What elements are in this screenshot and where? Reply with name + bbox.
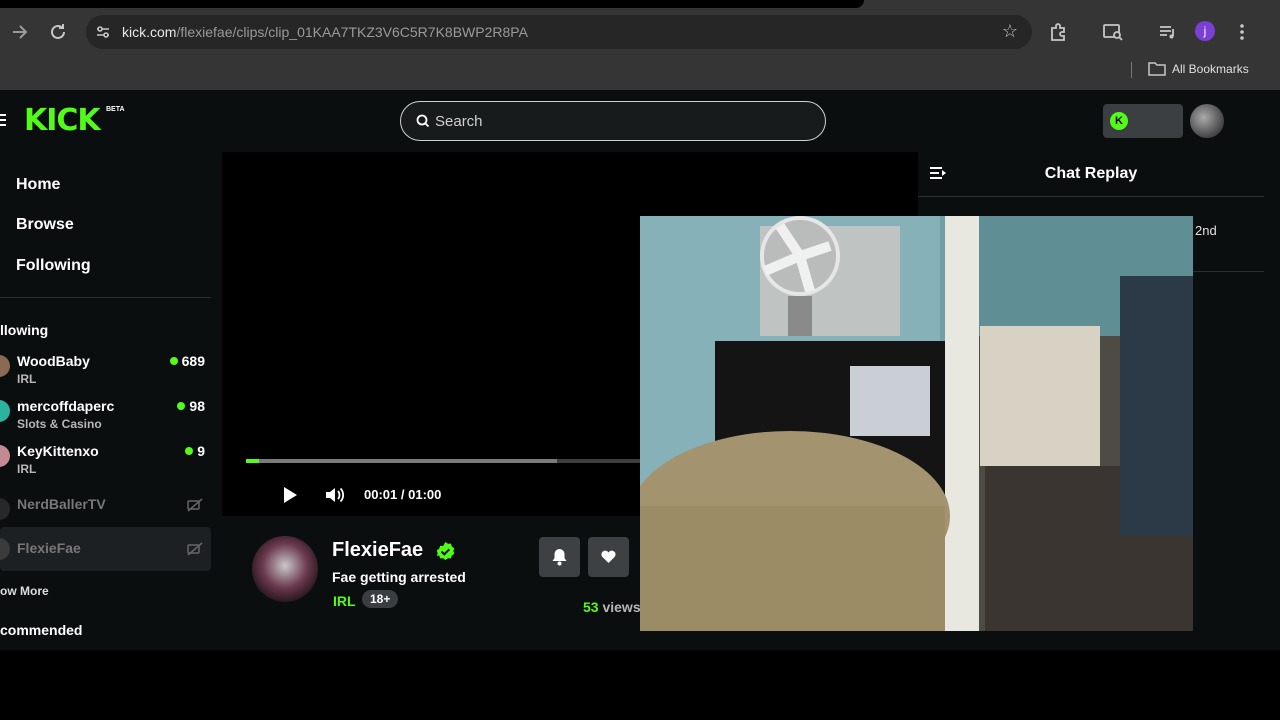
channel-category: Slots & Casino xyxy=(17,417,102,431)
clip-title: Fae getting arrested xyxy=(332,569,466,585)
recommended-heading: commended xyxy=(0,622,83,638)
collapse-chat-icon[interactable] xyxy=(929,165,947,181)
channel-item-keykittenxo[interactable]: KeyKittenxo IRL 9 xyxy=(0,441,211,485)
picture-in-picture-video[interactable] xyxy=(640,216,1193,631)
live-viewers: 9 xyxy=(185,443,205,459)
nav-following[interactable]: Following xyxy=(16,257,91,275)
all-bookmarks-link[interactable]: All Bookmarks xyxy=(1172,62,1249,76)
live-viewers: 689 xyxy=(170,353,205,369)
live-viewers: 98 xyxy=(177,398,205,414)
follow-button[interactable] xyxy=(588,537,629,577)
chat-title: Chat Replay xyxy=(1044,165,1138,182)
view-count: 53 views xyxy=(583,599,641,615)
views-label: views xyxy=(602,599,641,615)
channel-avatar xyxy=(0,445,10,467)
user-avatar[interactable] xyxy=(1190,104,1224,138)
search-icon xyxy=(415,113,431,129)
channel-item-mercoffdaperc[interactable]: mercoffdaperc Slots & Casino 98 xyxy=(0,396,211,440)
search-placeholder: Search xyxy=(435,113,483,130)
show-more-link[interactable]: ow More xyxy=(0,584,49,598)
menu-kebab-icon[interactable] xyxy=(1230,20,1254,44)
offline-icon xyxy=(187,542,203,556)
sidebar-divider xyxy=(0,297,211,298)
kick-points-button[interactable]: K xyxy=(1103,104,1183,138)
screen: kick.com/flexiefae/clips/clip_01KAA7TKZ3… xyxy=(0,0,1280,720)
notify-button[interactable] xyxy=(539,537,580,577)
channel-category: IRL xyxy=(17,372,37,386)
channel-name: WoodBaby xyxy=(17,353,90,369)
time-display: 00:01 / 01:00 xyxy=(364,487,441,502)
age-badge: 18+ xyxy=(362,590,399,608)
chat-message-text: 2nd xyxy=(1195,223,1217,238)
search-input[interactable]: Search xyxy=(400,101,826,141)
cast-search-icon[interactable] xyxy=(1101,20,1125,44)
time-separator: / xyxy=(400,487,405,502)
progress-played xyxy=(246,459,259,463)
extensions-icon[interactable] xyxy=(1047,20,1071,44)
profile-avatar[interactable]: j xyxy=(1195,21,1215,41)
nav-browse[interactable]: Browse xyxy=(16,216,74,234)
play-icon[interactable] xyxy=(282,486,298,504)
chat-header: Chat Replay xyxy=(918,152,1264,197)
channel-name: KeyKittenxo xyxy=(17,443,99,459)
bell-icon xyxy=(552,549,567,566)
category-link[interactable]: IRL xyxy=(333,593,356,609)
time-current: 00:01 xyxy=(364,487,398,502)
channel-name: mercoffdaperc xyxy=(17,398,115,414)
browser-toolbar: kick.com/flexiefae/clips/clip_01KAA7TKZ3… xyxy=(0,8,1280,56)
tab-strip xyxy=(0,0,1280,8)
time-total: 01:00 xyxy=(408,487,442,502)
beta-label: BETA xyxy=(106,106,125,113)
reload-icon[interactable] xyxy=(46,20,70,44)
following-heading: llowing xyxy=(0,322,49,338)
heart-icon xyxy=(601,550,616,563)
channel-avatar xyxy=(0,538,10,560)
url-text[interactable]: kick.com/flexiefae/clips/clip_01KAA7TKZ3… xyxy=(122,24,528,40)
folder-icon[interactable] xyxy=(1148,61,1166,77)
hamburger-icon[interactable] xyxy=(0,114,6,126)
channel-avatar-large[interactable] xyxy=(252,536,318,602)
bookmarks-bar xyxy=(0,56,1280,90)
url-path: /flexiefae/clips/clip_01KAA7TKZ3V6C5R7K8… xyxy=(176,24,528,40)
channel-item-flexiefae[interactable]: FlexieFae xyxy=(0,527,211,571)
channel-name: NerdBallerTV xyxy=(17,496,106,512)
kick-coin-icon: K xyxy=(1110,112,1128,130)
views-number: 53 xyxy=(583,599,599,615)
site-settings-icon[interactable] xyxy=(94,23,112,41)
kick-logo[interactable]: KICK xyxy=(24,106,101,136)
offline-icon xyxy=(187,498,203,512)
nav-home[interactable]: Home xyxy=(16,176,60,194)
volume-icon[interactable] xyxy=(324,485,346,505)
channel-title[interactable]: FlexieFae xyxy=(332,539,423,562)
address-bar[interactable]: kick.com/flexiefae/clips/clip_01KAA7TKZ3… xyxy=(86,15,1032,49)
channel-avatar xyxy=(0,498,10,520)
media-control-icon[interactable] xyxy=(1156,20,1180,44)
webcam-frame-image xyxy=(640,216,1193,631)
channel-name: FlexieFae xyxy=(17,540,81,556)
bookmark-star-icon[interactable]: ☆ xyxy=(1002,21,1018,42)
active-tab[interactable] xyxy=(0,0,864,8)
url-host: kick.com xyxy=(122,24,177,40)
channel-item-woodbaby[interactable]: WoodBaby IRL 689 xyxy=(0,351,211,395)
channel-avatar xyxy=(0,400,10,422)
channel-avatar xyxy=(0,355,10,377)
verified-badge-icon xyxy=(435,541,456,562)
bookmarks-separator xyxy=(1131,62,1132,78)
forward-icon[interactable] xyxy=(8,20,32,44)
channel-category: IRL xyxy=(17,462,37,476)
progress-buffered xyxy=(246,459,558,463)
